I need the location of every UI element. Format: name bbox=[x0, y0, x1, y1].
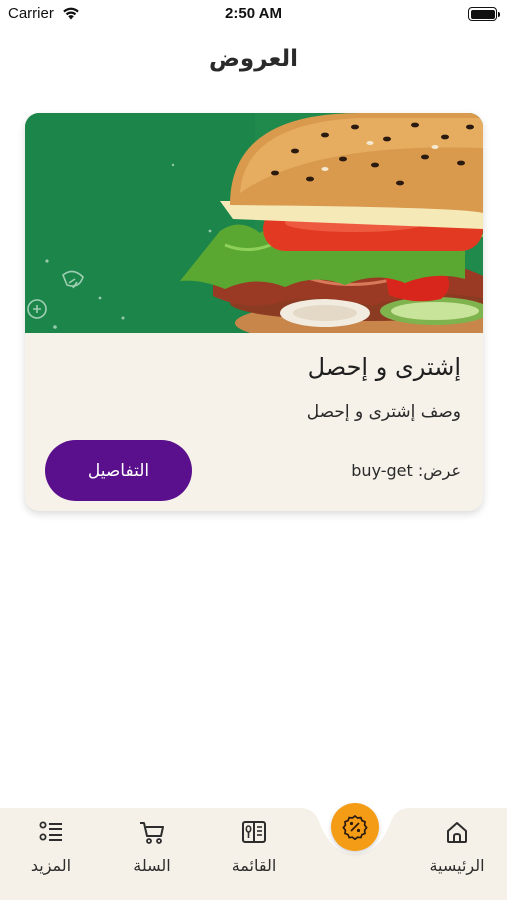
nav-item-cart[interactable]: السلة bbox=[112, 818, 192, 880]
details-button[interactable]: التفاصيل bbox=[45, 440, 192, 501]
nav-item-menu[interactable]: القائمة bbox=[214, 818, 294, 880]
clock: 2:50 AM bbox=[225, 5, 282, 22]
cart-icon bbox=[140, 822, 164, 844]
page-title: العروض bbox=[208, 46, 299, 72]
nav-label-cart: السلة bbox=[133, 856, 171, 875]
status-bar: Carrier 2:50 AM bbox=[0, 0, 507, 30]
nav-item-more[interactable]: المزيد bbox=[11, 818, 91, 880]
nav-label-more: المزيد bbox=[30, 856, 72, 875]
battery-icon bbox=[468, 7, 500, 21]
offer-description: وصف إشترى و إحصل bbox=[306, 402, 461, 422]
nav-item-home[interactable]: الرئيسية bbox=[417, 818, 497, 880]
menu-book-icon bbox=[242, 821, 266, 843]
offers-tab-button[interactable] bbox=[331, 803, 379, 851]
offer-type: عرض: buy-get bbox=[351, 461, 461, 480]
offer-image-burger bbox=[25, 113, 483, 333]
discount-badge-icon bbox=[342, 814, 368, 840]
offer-card[interactable]: إشترى و إحصل وصف إشترى و إحصل عرض: buy-g… bbox=[25, 113, 483, 511]
nav-label-home: الرئيسية bbox=[429, 856, 485, 875]
offer-title: إشترى و إحصل bbox=[307, 353, 461, 381]
more-list-icon bbox=[39, 821, 62, 841]
home-icon bbox=[447, 822, 467, 843]
nav-label-menu: القائمة bbox=[231, 856, 277, 875]
